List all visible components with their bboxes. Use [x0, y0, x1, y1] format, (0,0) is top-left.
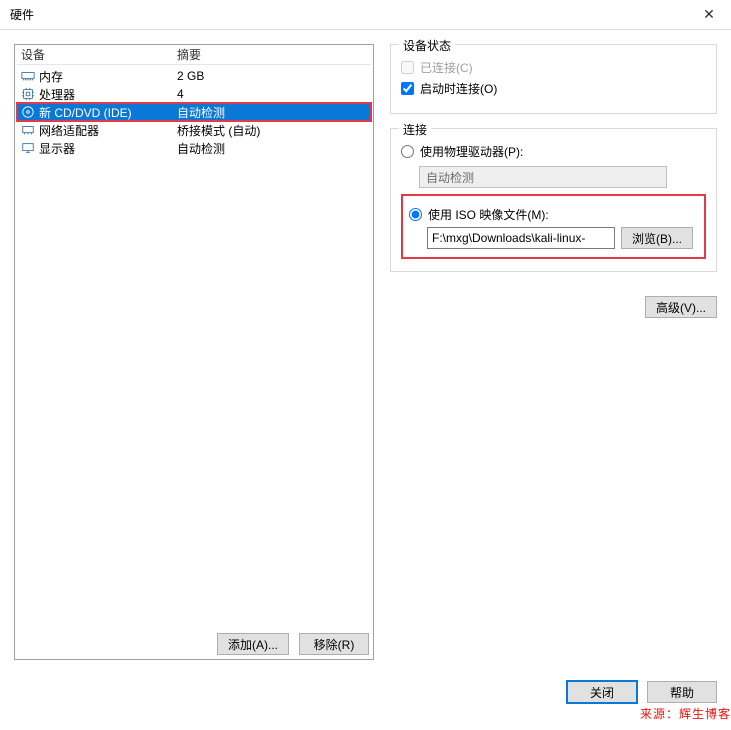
hardware-row[interactable]: 显示器 自动检测 — [17, 139, 371, 157]
iso-row: 浏览(B)... — [427, 227, 698, 249]
hardware-rows: 内存 2 GB 处理器 4 新 CD/DVD (IDE) 自动检测 网络适配器 … — [17, 67, 371, 157]
add-button[interactable]: 添加(A)... — [217, 633, 289, 655]
body-area: 设备 摘要 内存 2 GB 处理器 4 新 CD/DVD (IDE) 自动检测 … — [0, 30, 731, 670]
hardware-row[interactable]: 处理器 4 — [17, 85, 371, 103]
connected-checkbox — [401, 61, 414, 74]
iso-radio[interactable] — [409, 208, 422, 221]
connected-checkbox-row: 已连接(C) — [401, 59, 706, 76]
hardware-row[interactable]: 网络适配器 桥接模式 (自动) — [17, 121, 371, 139]
hardware-row[interactable]: 内存 2 GB — [17, 67, 371, 85]
physical-drive-dropdown: 自动检测 — [419, 166, 667, 188]
memory-icon — [21, 69, 35, 83]
physical-drive-label: 使用物理驱动器(P): — [420, 143, 523, 160]
connection-group: 连接 使用物理驱动器(P): 自动检测 使用 ISO 映像文件(M): 浏览(B… — [390, 128, 717, 272]
nic-icon — [21, 123, 35, 137]
iso-row-label[interactable]: 使用 ISO 映像文件(M): — [409, 206, 698, 223]
advanced-button[interactable]: 高级(V)... — [645, 296, 717, 318]
connect-poweron-row[interactable]: 启动时连接(O) — [401, 80, 706, 97]
iso-path-input[interactable] — [427, 227, 615, 249]
remove-button[interactable]: 移除(R) — [299, 633, 369, 655]
device-name: 处理器 — [39, 86, 75, 103]
display-icon — [21, 141, 35, 155]
device-summary: 自动检测 — [175, 104, 371, 121]
connection-legend: 连接 — [399, 121, 431, 138]
device-summary: 桥接模式 (自动) — [175, 122, 371, 139]
device-name: 内存 — [39, 68, 63, 85]
list-buttons: 添加(A)... 移除(R) — [17, 625, 371, 657]
device-status-group: 设备状态 已连接(C) 启动时连接(O) — [390, 44, 717, 114]
col-device: 设备 — [17, 46, 175, 63]
physical-drive-row[interactable]: 使用物理驱动器(P): — [401, 143, 706, 160]
device-name: 网络适配器 — [39, 122, 99, 139]
connected-label: 已连接(C) — [420, 59, 473, 76]
connect-poweron-checkbox[interactable] — [401, 82, 414, 95]
hardware-list-header: 设备 摘要 — [17, 47, 371, 65]
device-summary: 2 GB — [175, 69, 371, 83]
help-button[interactable]: 帮助 — [647, 681, 717, 703]
right-panel: 设备状态 已连接(C) 启动时连接(O) 连接 使用物理驱动器(P): 自动检测 — [386, 44, 717, 660]
footer: 关闭 帮助 — [0, 670, 731, 713]
device-summary: 4 — [175, 87, 371, 101]
col-summary: 摘要 — [175, 46, 371, 63]
hardware-row[interactable]: 新 CD/DVD (IDE) 自动检测 — [17, 103, 371, 121]
iso-label: 使用 ISO 映像文件(M): — [428, 206, 549, 223]
device-name: 新 CD/DVD (IDE) — [39, 104, 132, 121]
device-summary: 自动检测 — [175, 140, 371, 157]
close-icon[interactable]: ✕ — [687, 0, 731, 29]
connect-poweron-label: 启动时连接(O) — [420, 80, 497, 97]
physical-drive-radio[interactable] — [401, 145, 414, 158]
window-title: 硬件 — [10, 6, 34, 23]
device-status-legend: 设备状态 — [399, 37, 455, 54]
titlebar: 硬件 ✕ — [0, 0, 731, 30]
iso-highlight-box: 使用 ISO 映像文件(M): 浏览(B)... — [401, 194, 706, 259]
cpu-icon — [21, 87, 35, 101]
hardware-list-panel: 设备 摘要 内存 2 GB 处理器 4 新 CD/DVD (IDE) 自动检测 … — [14, 44, 374, 660]
browse-button[interactable]: 浏览(B)... — [621, 227, 693, 249]
device-name: 显示器 — [39, 140, 75, 157]
cd-icon — [21, 105, 35, 119]
close-button[interactable]: 关闭 — [567, 681, 637, 703]
advanced-row: 高级(V)... — [390, 296, 717, 318]
